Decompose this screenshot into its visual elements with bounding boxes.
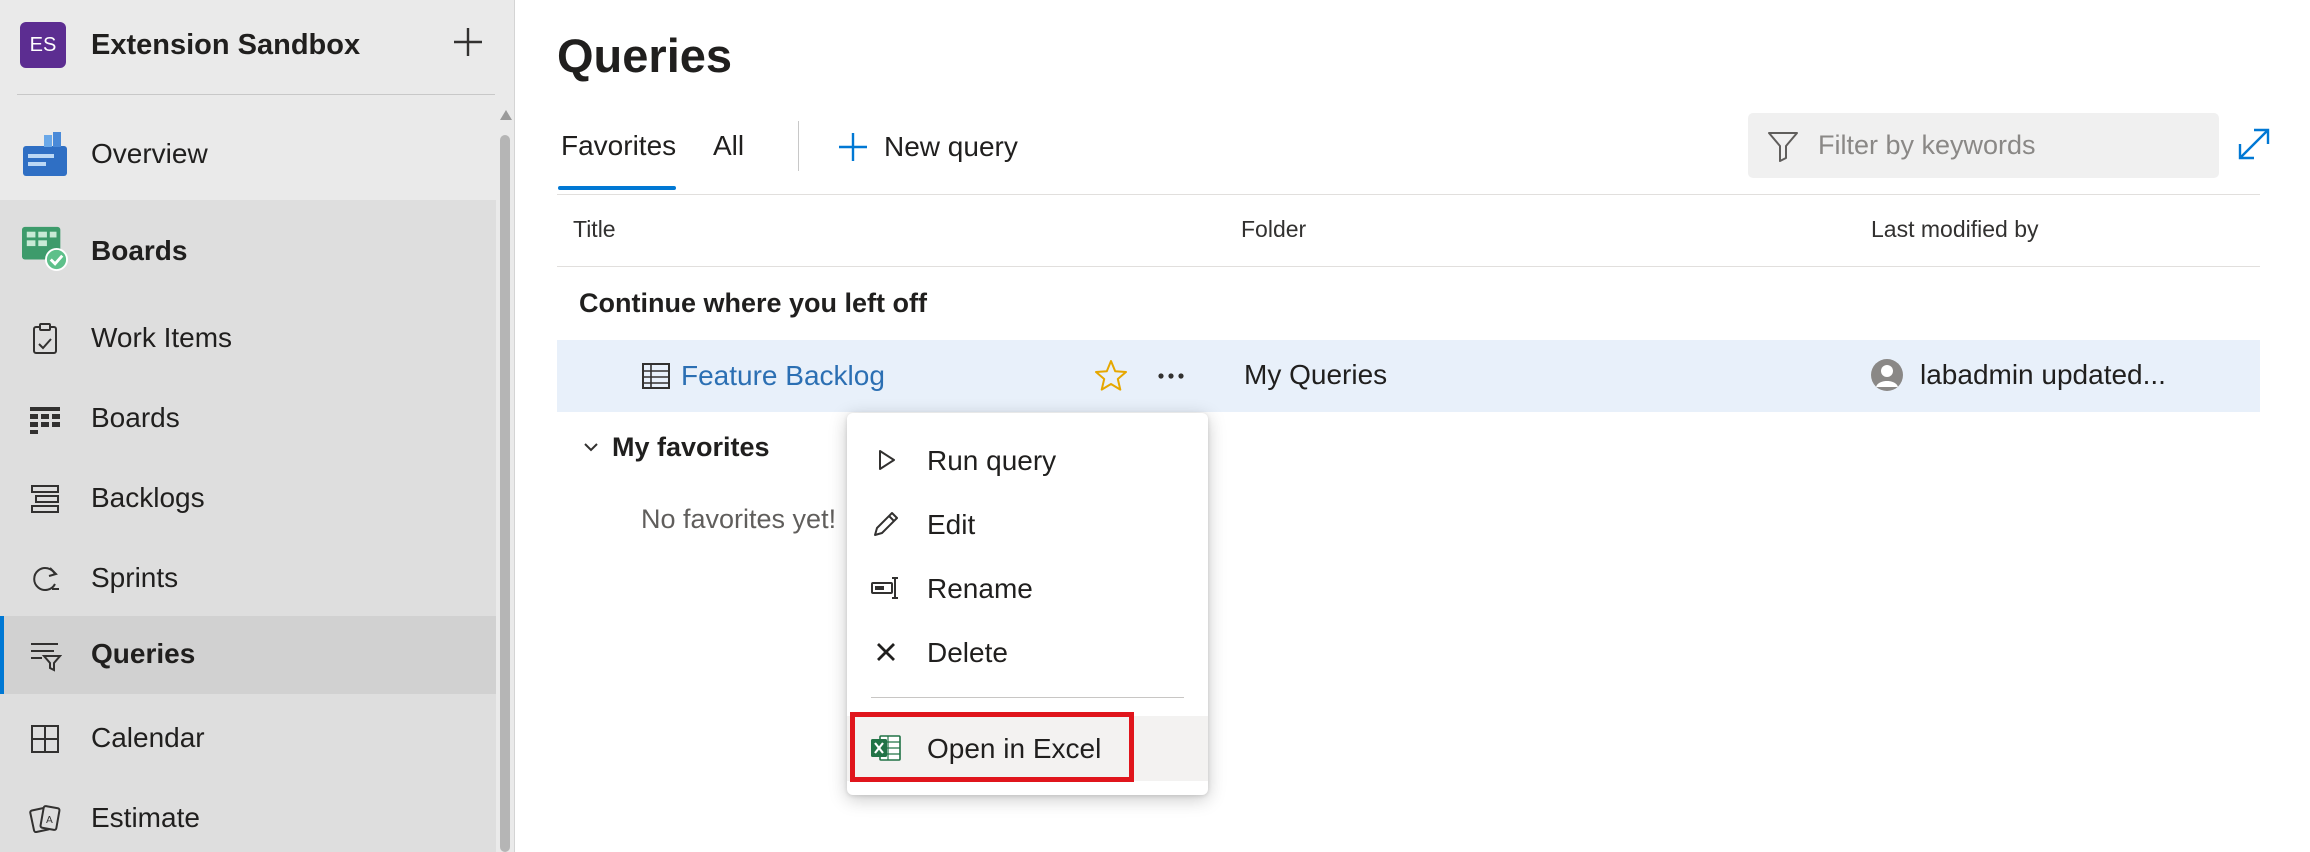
- context-menu: Run query Edit Rename Delete Open in Exc…: [847, 413, 1208, 795]
- sidebar-item-sprints[interactable]: Sprints: [0, 550, 496, 608]
- star-icon: [1095, 360, 1127, 391]
- sidebar: ES Extension Sandbox Overview Boards Wor…: [0, 0, 515, 852]
- favorite-star-button[interactable]: [1092, 357, 1130, 395]
- expand-button[interactable]: [2234, 124, 2274, 164]
- menu-item-delete[interactable]: Delete: [847, 622, 1208, 682]
- sidebar-scroll-thumb[interactable]: [500, 135, 510, 852]
- sprints-icon: [22, 556, 68, 602]
- sidebar-item-boards[interactable]: Boards: [0, 390, 496, 448]
- overview-icon: [22, 132, 68, 178]
- plus-icon: [454, 28, 482, 56]
- tab-favorites[interactable]: Favorites: [561, 130, 676, 162]
- menu-item-label: Rename: [927, 573, 1033, 604]
- filter-input[interactable]: [1816, 129, 2200, 162]
- sidebar-item-label: Calendar: [91, 722, 205, 753]
- sidebar-item-work-items[interactable]: Work Items: [0, 310, 496, 368]
- filter-icon: [1768, 131, 1798, 162]
- filter-box[interactable]: [1748, 113, 2219, 178]
- work-items-icon: [22, 316, 68, 362]
- play-icon: [869, 443, 903, 477]
- favorites-section-title[interactable]: My favorites: [612, 432, 770, 463]
- menu-separator: [871, 697, 1184, 698]
- menu-item-open-in-excel[interactable]: Open in Excel: [847, 716, 1208, 781]
- sidebar-item-backlogs[interactable]: Backlogs: [0, 470, 496, 528]
- menu-item-label: Delete: [927, 637, 1008, 668]
- boards-hub-icon: [22, 225, 68, 271]
- sidebar-item-boards-hub[interactable]: Boards: [0, 215, 496, 285]
- toolbar-divider: [557, 194, 2260, 195]
- backlogs-icon: [22, 476, 68, 522]
- column-header-last-modified[interactable]: Last modified by: [1871, 216, 2038, 243]
- more-icon: [1158, 373, 1184, 379]
- sidebar-item-overview[interactable]: Overview: [0, 126, 496, 184]
- column-header-folder[interactable]: Folder: [1241, 216, 1306, 243]
- sidebar-divider: [17, 94, 495, 95]
- org-name[interactable]: Extension Sandbox: [91, 29, 360, 62]
- calendar-icon: [22, 716, 68, 762]
- rename-icon: [869, 571, 903, 605]
- more-actions-button[interactable]: [1152, 357, 1190, 395]
- org-avatar[interactable]: ES: [20, 22, 66, 68]
- menu-item-run-query[interactable]: Run query: [847, 430, 1208, 490]
- svg-text:A: A: [46, 815, 53, 826]
- estimate-icon: A: [22, 796, 68, 842]
- add-project-button[interactable]: [448, 22, 488, 62]
- sidebar-item-label: Boards: [91, 235, 188, 266]
- sidebar-item-label: Backlogs: [91, 482, 205, 513]
- menu-item-edit[interactable]: Edit: [847, 494, 1208, 554]
- sidebar-item-label: Queries: [91, 638, 196, 669]
- queries-icon: [22, 632, 68, 678]
- query-title-link[interactable]: Feature Backlog: [681, 360, 885, 392]
- pencil-icon: [869, 507, 903, 541]
- continue-section-title: Continue where you left off: [579, 288, 927, 318]
- sidebar-item-estimate[interactable]: A Estimate: [0, 790, 496, 848]
- favorites-empty-message: No favorites yet!: [641, 504, 837, 534]
- scroll-up-arrow-icon[interactable]: [500, 110, 512, 120]
- menu-item-label: Open in Excel: [927, 733, 1102, 764]
- expand-icon: [2238, 128, 2270, 160]
- tab-separator: [798, 121, 799, 171]
- delete-icon: [869, 635, 903, 669]
- sidebar-item-label: Estimate: [91, 802, 200, 833]
- sidebar-item-label: Boards: [91, 402, 180, 433]
- tab-all[interactable]: All: [713, 130, 744, 162]
- menu-item-rename[interactable]: Rename: [847, 558, 1208, 618]
- query-last-modified: labadmin updated...: [1920, 359, 2166, 390]
- query-table-icon: [642, 362, 670, 390]
- active-tab-indicator: [558, 186, 676, 190]
- new-query-button[interactable]: New query: [836, 124, 1018, 170]
- query-folder: My Queries: [1244, 359, 1388, 390]
- menu-item-label: Run query: [927, 445, 1057, 476]
- menu-item-label: Edit: [927, 509, 976, 540]
- sidebar-item-label: Work Items: [91, 322, 233, 353]
- user-avatar-icon: [1871, 359, 1903, 391]
- column-header-title[interactable]: Title: [573, 216, 616, 243]
- chevron-down-icon[interactable]: [580, 436, 602, 458]
- page-title: Queries: [557, 29, 733, 82]
- column-header-divider: [557, 266, 2260, 267]
- plus-icon: [839, 133, 867, 161]
- sidebar-item-calendar[interactable]: Calendar: [0, 710, 496, 768]
- sidebar-item-label: Overview: [91, 138, 208, 169]
- org-header: ES Extension Sandbox: [0, 0, 500, 95]
- new-query-label: New query: [884, 131, 1018, 162]
- excel-icon: [869, 731, 903, 765]
- sidebar-item-label: Sprints: [91, 562, 179, 593]
- sidebar-item-queries[interactable]: Queries: [0, 616, 496, 694]
- board-icon: [22, 396, 68, 442]
